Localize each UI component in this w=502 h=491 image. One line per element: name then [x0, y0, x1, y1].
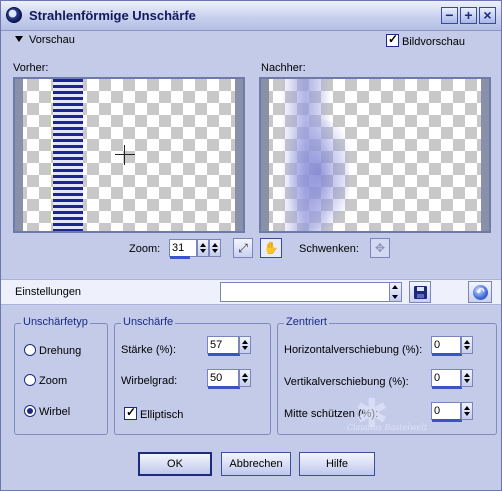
window-title: Strahlenförmige Unschärfe	[29, 8, 196, 23]
zoom-level-bar	[170, 256, 190, 259]
strength-value: 57	[210, 339, 223, 351]
close-button[interactable]: ×	[479, 7, 496, 24]
preview-edge-right	[481, 79, 489, 231]
presets-dropdown[interactable]	[220, 282, 402, 302]
vertical-offset-value: 0	[434, 372, 441, 384]
horizontal-spin-buttons[interactable]	[461, 336, 473, 354]
checkbox-icon[interactable]	[386, 32, 399, 47]
zoom-spin-buttons-alt[interactable]	[209, 239, 221, 257]
blur-type-group: Unschärfetyp Drehung Zoom Wirbel	[14, 316, 108, 435]
radio-zoom[interactable]: Zoom	[24, 374, 67, 387]
vertical-offset-label: Vertikalverschiebung (%):	[284, 376, 409, 388]
radio-label-zoom: Zoom	[39, 375, 68, 387]
horizontal-offset-label: Horizontalverschiebung (%):	[284, 344, 423, 356]
pan-tool-icon[interactable]: ✋	[260, 238, 282, 258]
centered-legend: Zentriert	[284, 316, 329, 328]
protect-center-spin-buttons[interactable]	[461, 402, 473, 420]
minimize-button[interactable]: −	[441, 7, 458, 24]
radio-icon[interactable]	[24, 344, 36, 356]
before-label: Vorher:	[13, 62, 49, 74]
zoom-row: Zoom: 31 ⤢ ✋ Schwenken: ✥	[1, 238, 501, 262]
cancel-button[interactable]: Abbrechen	[221, 452, 291, 476]
pan-label: Schwenken:	[299, 243, 359, 255]
radio-label-wirbel: Wirbel	[39, 406, 71, 418]
swirl-level-bar	[208, 386, 240, 389]
image-preview-checkbox[interactable]: Bildvorschau	[386, 32, 465, 48]
radio-wirbel[interactable]: Wirbel	[24, 405, 70, 418]
preview-row: Vorschau Bildvorschau	[1, 31, 501, 51]
radio-icon[interactable]	[24, 374, 36, 386]
titlebar[interactable]: Strahlenförmige Unschärfe − + ×	[1, 1, 501, 31]
presets-row: Einstellungen ↶	[1, 279, 501, 305]
app-icon	[6, 7, 22, 23]
vertical-spin-buttons[interactable]	[461, 369, 473, 387]
crosshair-icon[interactable]	[115, 145, 135, 165]
preview-edge-left	[261, 79, 269, 231]
swirl-label: Wirbelgrad:	[121, 375, 178, 387]
preview-edge-right	[235, 79, 243, 231]
after-preview	[259, 77, 491, 233]
swirl-value: 50	[210, 372, 223, 384]
swirl-spin-buttons[interactable]	[239, 369, 251, 387]
zoom-input[interactable]: 31	[169, 239, 197, 259]
blur-legend: Unschärfe	[121, 316, 176, 328]
vertical-offset-bar	[432, 386, 462, 389]
ok-button[interactable]: OK	[138, 452, 212, 476]
radio-drehung[interactable]: Drehung	[24, 344, 81, 357]
floppy-disk-icon	[414, 286, 427, 299]
triangle-down-icon	[15, 36, 23, 42]
before-preview[interactable]	[13, 77, 245, 233]
vertical-offset-input[interactable]: 0	[431, 369, 462, 389]
protect-center-value: 0	[434, 405, 441, 417]
horizontal-offset-value: 0	[434, 339, 441, 351]
help-button[interactable]: Hilfe	[299, 452, 375, 476]
strength-level-bar	[208, 353, 240, 356]
preview-toggle-label: Vorschau	[29, 34, 75, 46]
radio-icon[interactable]	[24, 405, 36, 417]
protect-center-input[interactable]: 0	[431, 402, 462, 422]
presets-label: Einstellungen	[15, 286, 82, 298]
horizontal-offset-input[interactable]: 0	[431, 336, 462, 356]
watermark-logo: ✱ Claudias Bastelwelt	[345, 389, 429, 461]
zoom-label: Zoom:	[129, 243, 161, 255]
swirl-blur-shape	[289, 119, 349, 229]
preview-collapse-toggle[interactable]: Vorschau	[15, 34, 75, 46]
chevron-updown-icon[interactable]	[389, 283, 401, 301]
after-label: Nachher:	[261, 62, 306, 74]
save-preset-button[interactable]	[409, 281, 431, 303]
maximize-button[interactable]: +	[460, 7, 477, 24]
protect-center-bar	[432, 419, 462, 422]
elliptic-checkbox[interactable]: Elliptisch	[124, 405, 184, 421]
strength-input[interactable]: 57	[207, 336, 240, 356]
dialog-window: Strahlenförmige Unschärfe − + × Vorschau…	[0, 0, 502, 491]
watermark-text: Claudias Bastelwelt	[346, 423, 428, 432]
image-preview-label: Bildvorschau	[402, 36, 465, 48]
reset-button[interactable]: ↶	[468, 281, 492, 303]
blur-type-legend: Unschärfetyp	[21, 316, 90, 328]
checkbox-icon[interactable]	[124, 405, 137, 420]
strength-label: Stärke (%):	[121, 344, 177, 356]
preview-edge-left	[15, 79, 23, 231]
elliptic-label: Elliptisch	[140, 409, 184, 421]
zoom-value: 31	[172, 242, 185, 254]
strength-spin-buttons[interactable]	[239, 336, 251, 354]
move-icon[interactable]: ✥	[370, 238, 390, 258]
reset-icon: ↶	[473, 285, 488, 300]
striped-image	[53, 79, 83, 231]
radio-label-drehung: Drehung	[39, 345, 82, 357]
swirl-input[interactable]: 50	[207, 369, 240, 389]
horizontal-offset-bar	[432, 353, 462, 356]
blur-group: Unschärfe Stärke (%): 57 Wirbelgrad: 50 …	[114, 316, 271, 435]
zoom-spin-buttons[interactable]	[197, 239, 209, 257]
zoom-fit-icon[interactable]: ⤢	[233, 238, 253, 258]
